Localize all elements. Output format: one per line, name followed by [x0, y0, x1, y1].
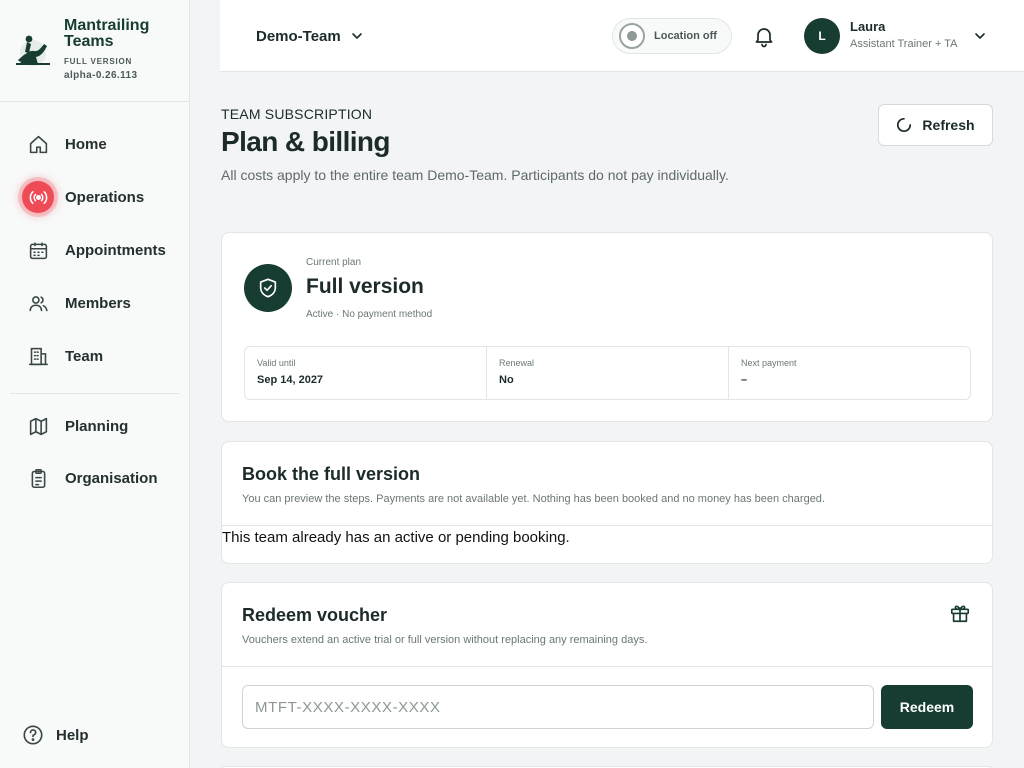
calendar-icon [22, 234, 54, 266]
users-icon [22, 287, 54, 319]
redeem-button[interactable]: Redeem [881, 685, 973, 729]
building-icon [22, 340, 54, 372]
map-icon [22, 410, 54, 442]
plan-stats: Valid until Sep 14, 2027 Renewal No Next… [244, 346, 971, 400]
card-title: Book the full version [242, 464, 421, 484]
logo-icon [16, 35, 50, 66]
topbar: Demo-Team Location off L Laura Assistant… [220, 0, 1024, 72]
brand-version: alpha-0.26.113 [64, 70, 138, 81]
sidebar-item-label: Appointments [65, 241, 166, 259]
card-title: Redeem voucher [242, 605, 388, 625]
sidebar-item-label: Members [65, 294, 131, 312]
brand[interactable]: Mantrailing Teams FULL VERSION alpha-0.2… [14, 16, 184, 88]
stat-value: Sep 14, 2027 [257, 374, 324, 386]
sidebar-divider [0, 101, 189, 102]
chevron-down-icon [975, 33, 985, 40]
refresh-icon [897, 117, 912, 133]
card-subtitle: Vouchers extend an active trial or full … [242, 634, 648, 646]
help-icon [23, 725, 43, 745]
clipboard-icon [22, 462, 54, 494]
sidebar-item-label: Operations [65, 188, 145, 206]
sidebar-item-team[interactable]: Team [22, 339, 182, 373]
stat-renewal: Renewal No [487, 347, 729, 399]
card-subtitle: You can preview the steps. Payments are … [242, 493, 825, 505]
stat-value: – [741, 374, 748, 386]
brand-name: Mantrailing Teams [64, 17, 150, 50]
plan-name: Full version [306, 275, 424, 298]
plan-status: Active · No payment method [306, 309, 433, 320]
page-subtitle: All costs apply to the entire team Demo-… [221, 167, 729, 183]
redeem-voucher-card: Redeem voucher Vouchers extend an active… [221, 582, 993, 748]
book-full-version-card: Book the full version You can preview th… [221, 441, 993, 564]
sidebar-item-planning[interactable]: Planning [22, 409, 182, 443]
stat-label: Renewal [499, 358, 535, 368]
sidebar-divider [10, 393, 179, 394]
refresh-label: Refresh [922, 117, 975, 133]
voucher-code-input[interactable] [242, 685, 874, 729]
location-label: Location off [654, 30, 717, 42]
stat-label: Next payment [741, 358, 797, 368]
user-menu[interactable]: L Laura Assistant Trainer + TA [804, 16, 994, 56]
help-label: Help [56, 726, 89, 744]
plan-meta-label: Current plan [306, 257, 362, 268]
notifications-bell-icon[interactable] [752, 24, 776, 48]
user-role: Assistant Trainer + TA [850, 38, 958, 50]
sidebar-item-appointments[interactable]: Appointments [22, 233, 182, 267]
stat-value: No [499, 374, 514, 386]
location-status-icon [619, 23, 645, 49]
chevron-down-icon [351, 33, 362, 40]
booking-note: This team already has an active or pendi… [222, 529, 570, 546]
current-plan-card: Current plan Full version Active · No pa… [221, 232, 993, 422]
card-divider [222, 525, 992, 526]
sidebar-item-organisation[interactable]: Organisation [22, 461, 182, 495]
brand-edition: FULL VERSION [64, 57, 133, 66]
refresh-button[interactable]: Refresh [878, 104, 993, 146]
help-link[interactable]: Help [22, 724, 89, 746]
stat-valid-until: Valid until Sep 14, 2027 [245, 347, 487, 399]
gift-icon [950, 605, 970, 623]
stat-label: Valid until [257, 358, 296, 368]
sidebar-item-label: Organisation [65, 469, 158, 487]
shield-check-icon [244, 264, 292, 312]
card-divider [222, 666, 992, 667]
sidebar-item-home[interactable]: Home [22, 127, 182, 161]
user-info: Laura Assistant Trainer + TA [850, 19, 974, 53]
team-selector[interactable]: Demo-Team [256, 22, 363, 50]
home-icon [22, 128, 54, 160]
page-eyebrow: TEAM SUBSCRIPTION [221, 106, 373, 122]
broadcast-icon [22, 181, 54, 213]
sidebar-item-label: Team [65, 347, 104, 365]
sidebar: Mantrailing Teams FULL VERSION alpha-0.2… [0, 0, 190, 768]
sidebar-item-label: Planning [65, 417, 129, 435]
sidebar-item-label: Home [65, 135, 107, 153]
team-name: Demo-Team [256, 27, 341, 45]
location-toggle[interactable]: Location off [612, 18, 732, 54]
user-name: Laura [850, 19, 886, 34]
sidebar-item-members[interactable]: Members [22, 286, 182, 320]
avatar: L [804, 18, 840, 54]
stat-next-payment: Next payment – [729, 347, 970, 399]
sidebar-item-operations[interactable]: Operations [22, 180, 182, 214]
page-title: Plan & billing [221, 126, 391, 157]
